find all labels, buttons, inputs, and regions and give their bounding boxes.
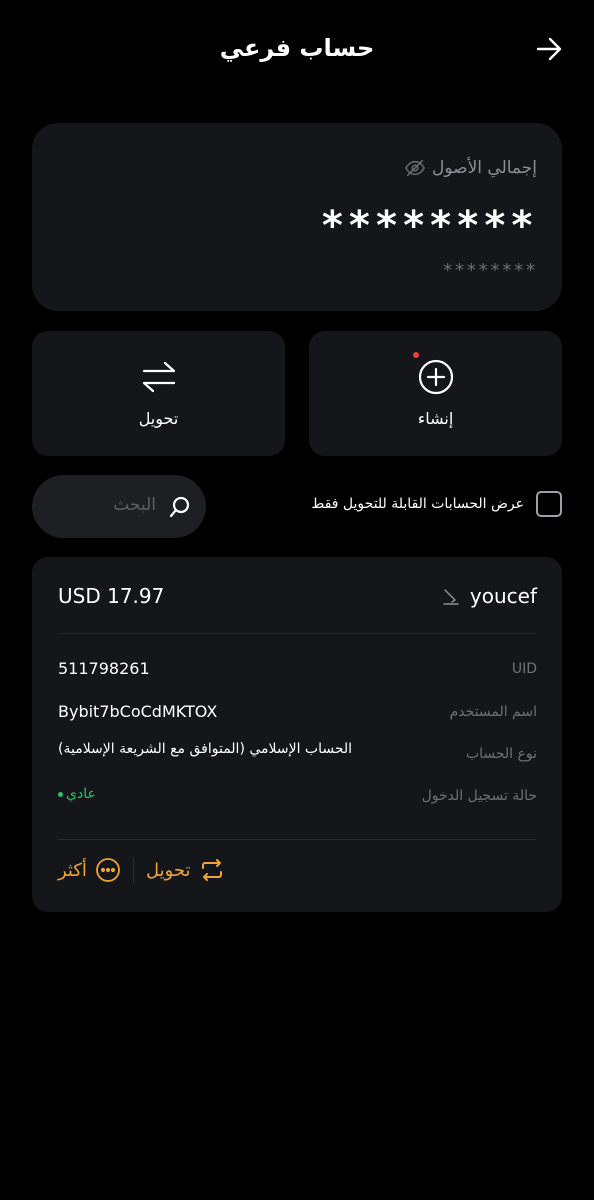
eye-off-icon[interactable] — [404, 157, 426, 179]
edit-icon[interactable] — [442, 587, 460, 605]
total-assets-sub-value: ******** — [442, 260, 537, 281]
arrow-right-icon[interactable] — [534, 34, 564, 64]
account-name-row: youcef — [442, 584, 537, 608]
uid-label: UID — [511, 661, 537, 677]
page-title: حساب فرعي — [219, 34, 375, 62]
notification-dot — [413, 352, 419, 358]
login-status-label: حالة تسجيل الدخول — [421, 788, 537, 804]
filter-label: عرض الحسابات القابلة للتحويل فقط — [311, 496, 524, 512]
top-bar: حساب فرعي — [0, 0, 594, 100]
transfer-arrows-icon — [142, 361, 175, 393]
more-button[interactable]: أكثر — [58, 857, 121, 883]
search-placeholder: البحث — [113, 495, 156, 515]
login-status-value: عادي — [66, 786, 96, 802]
filter-checkbox[interactable] — [536, 491, 562, 517]
account-transfer-button[interactable]: تحويل — [146, 857, 225, 883]
create-button[interactable]: إنشاء — [309, 331, 562, 456]
username-value: Bybit7bCoCdMKTOX — [58, 702, 218, 721]
transfer-button[interactable]: تحويل — [32, 331, 285, 456]
search-input[interactable]: البحث — [32, 475, 206, 538]
action-divider — [132, 857, 134, 883]
account-balance: USD 17.97 — [58, 584, 165, 608]
total-assets-value: ******** — [320, 203, 537, 249]
total-assets-label: إجمالي الأصول — [432, 158, 537, 178]
status-badge: عادي — [58, 786, 96, 802]
transfer-label: تحويل — [138, 409, 179, 428]
uid-value: 511798261 — [58, 659, 150, 678]
account-transfer-label: تحويل — [145, 859, 191, 881]
total-assets-label-row: إجمالي الأصول — [404, 157, 537, 179]
divider — [58, 633, 536, 634]
more-dots-icon — [96, 858, 120, 882]
create-label: إنشاء — [417, 409, 454, 428]
sub-account-card[interactable]: youcef USD 17.97 UID 511798261 اسم المست… — [32, 557, 562, 912]
swap-icon — [201, 859, 222, 881]
search-icon — [169, 496, 190, 518]
account-type-label: نوع الحساب — [465, 746, 537, 762]
more-label: أكثر — [58, 859, 87, 881]
account-actions: أكثر تحويل — [58, 857, 225, 883]
total-assets-card: إجمالي الأصول ******** ******** — [32, 123, 562, 311]
account-type-value: الحساب الإسلامي (المتوافق مع الشريعة الإ… — [58, 741, 353, 757]
plus-circle-icon — [418, 359, 453, 395]
username-label: اسم المستخدم — [449, 704, 537, 720]
transferable-filter[interactable]: عرض الحسابات القابلة للتحويل فقط — [311, 491, 562, 517]
status-dot — [58, 791, 63, 797]
divider — [58, 839, 536, 840]
account-name: youcef — [469, 584, 537, 608]
